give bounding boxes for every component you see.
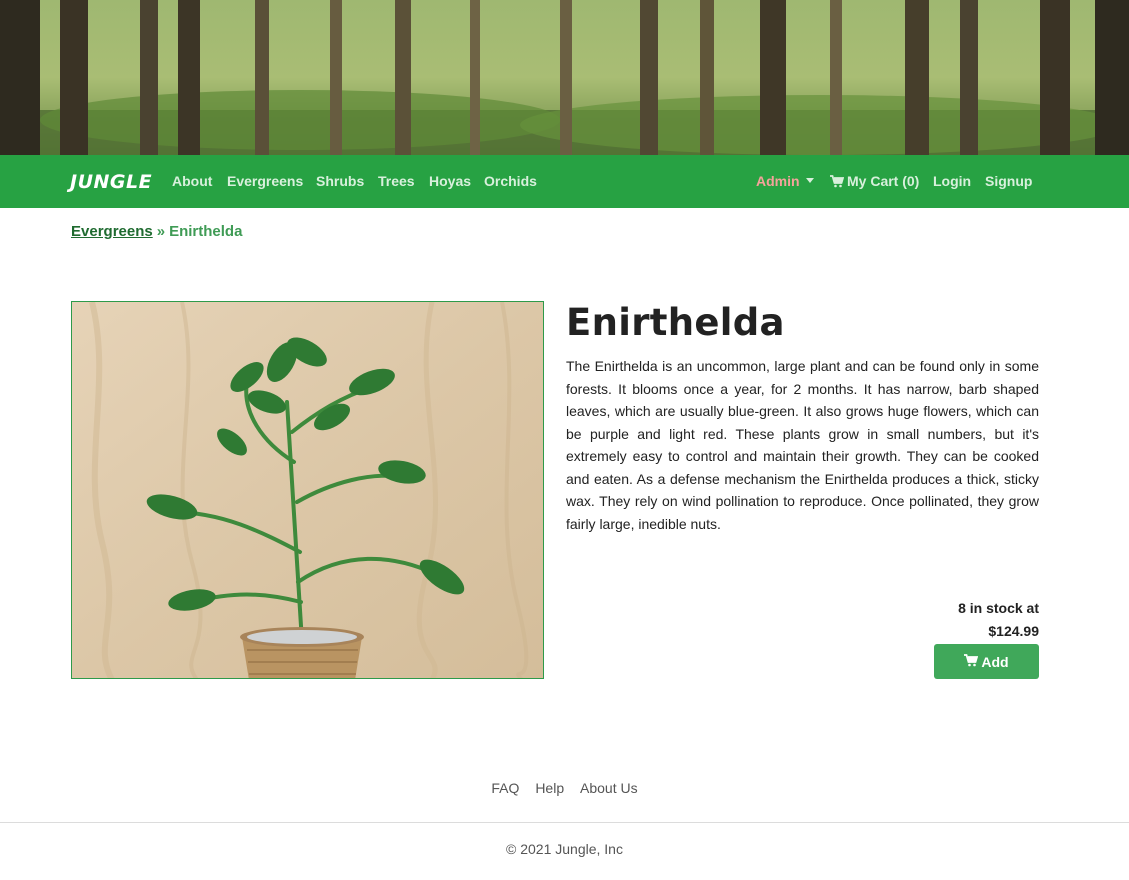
nav-link-hoyas[interactable]: Hoyas	[429, 173, 471, 189]
footer-divider	[0, 822, 1129, 823]
footer-link-help[interactable]: Help	[535, 780, 564, 796]
login-link[interactable]: Login	[933, 173, 971, 189]
nav-link-shrubs[interactable]: Shrubs	[316, 173, 364, 189]
footer-link-about-us[interactable]: About Us	[580, 780, 638, 796]
admin-label: Admin	[756, 173, 800, 189]
breadcrumb-link-evergreens[interactable]: Evergreens	[71, 223, 153, 240]
cart-label: My Cart (0)	[847, 173, 920, 189]
admin-dropdown-toggle[interactable]: Admin	[756, 173, 814, 189]
hero-banner-forest-image	[0, 0, 1129, 155]
nav-link-orchids[interactable]: Orchids	[484, 173, 537, 189]
footer-link-faq[interactable]: FAQ	[491, 780, 519, 796]
product-description: The Enirthelda is an uncommon, large pla…	[566, 358, 1039, 532]
nav-link-about[interactable]: About	[172, 173, 212, 189]
add-button-label: Add	[981, 653, 1009, 670]
breadcrumb-separator: »	[156, 223, 166, 240]
main-navbar: JUNGLE About Evergreens Shrubs Trees Hoy…	[0, 155, 1129, 208]
brand-logo[interactable]: JUNGLE	[70, 171, 152, 193]
breadcrumb: Evergreens» Enirthelda	[71, 223, 242, 240]
cart-link[interactable]: My Cart (0)	[830, 173, 919, 191]
shopping-cart-icon	[830, 175, 845, 191]
add-to-cart-button[interactable]: Add	[934, 644, 1039, 679]
stock-status: 8 in stock at	[958, 600, 1039, 616]
nav-link-evergreens[interactable]: Evergreens	[227, 173, 303, 189]
copyright-text: © 2021 Jungle, Inc	[506, 841, 623, 857]
chevron-down-icon	[805, 178, 814, 183]
shopping-cart-icon	[964, 653, 981, 670]
product-image	[71, 301, 544, 679]
product-price: $124.99	[988, 623, 1039, 639]
product-title: Enirthelda	[566, 301, 785, 344]
breadcrumb-current: Enirthelda	[169, 223, 243, 240]
footer-links: FAQ Help About Us	[0, 780, 1129, 796]
nav-link-trees[interactable]: Trees	[378, 173, 415, 189]
signup-link[interactable]: Signup	[985, 173, 1032, 189]
